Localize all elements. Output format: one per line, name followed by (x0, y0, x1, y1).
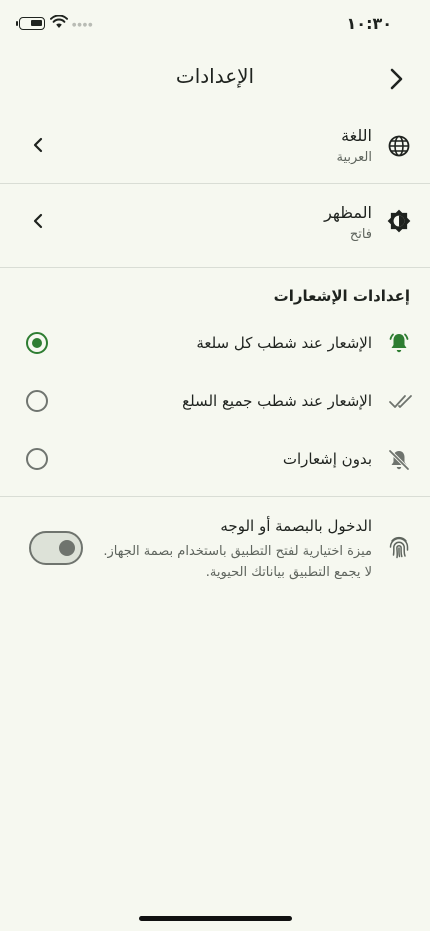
fingerprint-icon (386, 535, 412, 561)
notif-option-label: الإشعار عند شطب كل سلعة (196, 334, 372, 352)
toggle-knob (59, 540, 75, 556)
notif-option-each-item[interactable]: الإشعار عند شطب كل سلعة (0, 322, 430, 364)
biometric-toggle[interactable] (29, 531, 83, 565)
brightness-icon (386, 208, 412, 234)
language-title: اللغة (341, 126, 372, 145)
appearance-title: المظهر (324, 203, 372, 222)
bell-active-icon (386, 330, 412, 356)
biometric-description: ميزة اختيارية لفتح التطبيق باستخدام بصمة… (52, 541, 372, 583)
language-row[interactable]: اللغة العربية (0, 112, 430, 182)
double-check-icon (388, 389, 414, 415)
biometric-desc-line2: لا يجمع التطبيق بياناتك الحيوية. (205, 565, 372, 580)
divider (0, 267, 430, 268)
page-title: الإعدادات (175, 64, 255, 88)
divider (0, 183, 430, 184)
appearance-value: فاتح (349, 227, 372, 242)
biometric-desc-line1: ميزة اختيارية لفتح التطبيق باستخدام بصمة… (103, 544, 372, 559)
chevron-left-icon (28, 135, 48, 155)
home-indicator (139, 916, 292, 921)
biometric-title: الدخول بالبصمة أو الوجه (220, 517, 372, 535)
radio-unselected[interactable] (26, 390, 48, 412)
notif-option-none[interactable]: بدون إشعارات (0, 438, 430, 480)
notif-option-label: الإشعار عند شطب جميع السلع (182, 392, 372, 410)
chevron-left-icon (28, 211, 48, 231)
status-bar: ●●●● ١٠:٣٠ (0, 0, 430, 46)
radio-selected[interactable] (26, 332, 48, 354)
divider (0, 496, 430, 497)
globe-icon (386, 133, 412, 159)
bell-off-icon (386, 447, 412, 473)
wifi-icon (50, 15, 68, 28)
radio-unselected[interactable] (26, 448, 48, 470)
battery-icon (16, 17, 45, 30)
notif-option-all-items[interactable]: الإشعار عند شطب جميع السلع (0, 380, 430, 422)
appearance-row[interactable]: المظهر فاتح (0, 189, 430, 259)
notifications-section-title: إعدادات الإشعارات (273, 287, 410, 305)
signal-icon: ●●●● (72, 22, 94, 28)
language-value: العربية (336, 150, 372, 165)
status-time: ١٠:٣٠ (346, 14, 392, 33)
notif-option-label: بدون إشعارات (282, 450, 372, 468)
